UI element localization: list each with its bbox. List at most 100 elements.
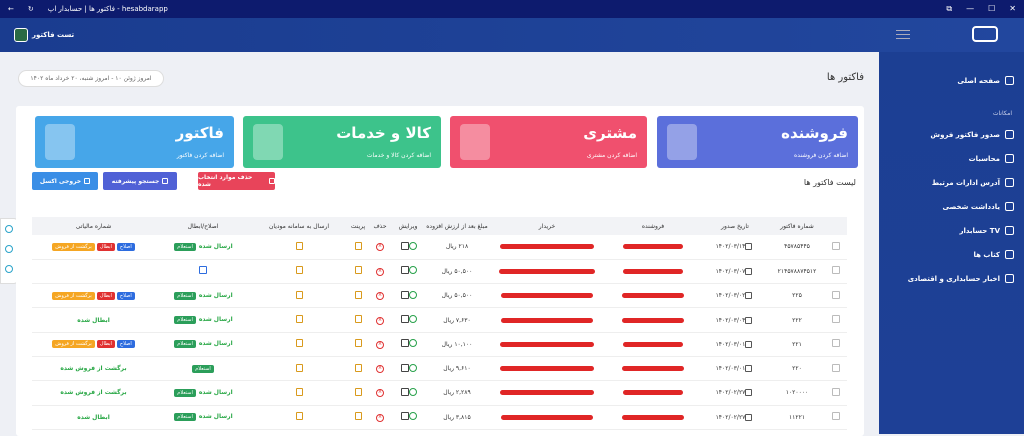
pdf-icon[interactable] <box>354 363 362 372</box>
table-row[interactable]: ۲۲۵ ۱۴۰۲/۰۳/۰۲ ۵۰,۵۰۰ ریال × ارسال شده استعل… <box>32 283 847 309</box>
pdf-icon[interactable] <box>354 290 362 299</box>
return-badge[interactable]: برگشت از فروش <box>52 340 95 349</box>
card-invoice[interactable]: فاکتور اضافه کردن فاکتور <box>35 116 234 168</box>
sidebar-item-news[interactable]: اخبار حسابداری و اقتصادی <box>908 274 1014 283</box>
view-icon[interactable] <box>401 412 409 421</box>
excel-export-button[interactable]: خروجی اکسل <box>32 172 98 190</box>
send-to-system-icon[interactable] <box>199 266 207 275</box>
correct-badge[interactable]: اصلاح <box>116 340 135 349</box>
chat-icon[interactable] <box>5 225 13 233</box>
table-row[interactable]: ۴۵۷۸۵۴۴۵ ۱۴۰۲/۰۳/۱۴ ۲۱۸ ریال × ارسال شده است… <box>32 235 847 260</box>
print-icon[interactable] <box>295 241 303 250</box>
sidebar-item-home[interactable]: صفحه اصلی <box>957 76 1014 85</box>
pdf-icon[interactable] <box>354 266 362 275</box>
edit-icon[interactable] <box>409 387 417 396</box>
edit-icon[interactable] <box>409 241 417 250</box>
pdf-icon[interactable] <box>354 339 362 348</box>
card-customer[interactable]: مشتری اضافه کردن مشتری <box>450 116 647 168</box>
maximize-icon[interactable]: ☐ <box>988 4 995 14</box>
view-icon[interactable] <box>401 339 409 348</box>
sidebar-item-calculations[interactable]: محاسبات <box>969 154 1014 163</box>
pdf-icon[interactable] <box>354 241 362 250</box>
inquiry-badge[interactable]: استعلام <box>174 291 196 300</box>
inquiry-badge[interactable]: استعلام <box>174 388 196 397</box>
edit-icon[interactable] <box>409 412 417 421</box>
print-icon[interactable] <box>295 315 303 324</box>
edit-icon[interactable] <box>409 363 417 372</box>
inquiry-badge[interactable]: استعلام <box>192 364 214 373</box>
print-icon[interactable] <box>295 363 303 372</box>
return-badge[interactable]: برگشت از فروش <box>52 242 95 251</box>
print-icon[interactable] <box>295 290 303 299</box>
amount-cell: ۹,۶۱۰ ریال <box>425 356 489 382</box>
advanced-search-button[interactable]: جستجو پیشرفته <box>103 172 177 190</box>
delete-icon[interactable]: × <box>376 267 384 276</box>
row-checkbox[interactable] <box>832 412 840 421</box>
sidebar-item-tv[interactable]: حسابدار TV <box>959 226 1014 235</box>
sidebar-item-notes[interactable]: یادداشت شخصی <box>943 202 1014 211</box>
close-icon[interactable]: ✕ <box>1009 4 1016 14</box>
row-checkbox[interactable] <box>832 387 840 396</box>
delete-icon[interactable]: × <box>376 316 384 325</box>
delete-icon[interactable]: × <box>376 413 384 422</box>
minimize-icon[interactable]: — <box>966 4 974 14</box>
row-checkbox[interactable] <box>832 363 840 372</box>
cancel-badge[interactable]: ابطال <box>96 340 115 349</box>
table-row[interactable]: ۱۱۲۲۱ ۱۴۰۲/۰۲/۲۷ ۳,۸۱۵ ریال × ارسال شده استع… <box>32 405 847 430</box>
card-goods[interactable]: کالا و خدمات اضافه کردن کالا و خدمات <box>243 116 441 168</box>
row-checkbox[interactable] <box>832 241 840 250</box>
table-row[interactable]: ۲۱۴۵۷۸۸۷۴۵۱۲۱۴۰۲/۰۳/۰۷۵۰,۵۰۰ ریال×ارسال … <box>32 259 847 285</box>
back-arrow-icon[interactable]: ← <box>8 5 14 13</box>
print-icon[interactable] <box>295 387 303 396</box>
edit-icon[interactable] <box>409 266 417 275</box>
pdf-icon[interactable] <box>354 315 362 324</box>
sidebar-item-addresses[interactable]: آدرس ادارات مرتبط <box>932 178 1014 187</box>
correct-badge[interactable]: اصلاح <box>116 242 135 251</box>
return-badge[interactable]: برگشت از فروش <box>52 291 95 300</box>
inquiry-badge[interactable]: استعلام <box>174 316 196 325</box>
card-seller[interactable]: فروشنده اضافه کردن فروشنده <box>657 116 858 168</box>
cancel-badge[interactable]: ابطال <box>96 242 115 251</box>
extension-icon[interactable]: ⧉ <box>946 4 952 14</box>
delete-icon[interactable]: × <box>376 340 384 349</box>
edit-icon[interactable] <box>409 315 417 324</box>
row-checkbox[interactable] <box>832 315 840 324</box>
view-icon[interactable] <box>401 266 409 275</box>
view-icon[interactable] <box>401 363 409 372</box>
edit-icon[interactable] <box>409 339 417 348</box>
delete-icon[interactable]: × <box>376 389 384 398</box>
row-checkbox[interactable] <box>832 339 840 348</box>
delete-selected-button[interactable]: حذف موارد انتخاب شده <box>198 172 275 190</box>
sidebar-item-invoice[interactable]: صدور فاکتور فروش <box>930 130 1014 139</box>
view-icon[interactable] <box>401 290 409 299</box>
row-checkbox[interactable] <box>832 266 840 275</box>
hamburger-menu-icon[interactable] <box>896 30 910 39</box>
table-row[interactable]: ۱۰۲۰۰۰۰ ۱۴۰۲/۰۲/۲۷ ۲,۲۸۹ ریال × ارسال شده اس… <box>32 380 847 406</box>
print-icon[interactable] <box>295 412 303 421</box>
pdf-icon[interactable] <box>354 412 362 421</box>
logout-icon[interactable] <box>5 265 13 273</box>
table-row[interactable]: ۲۲۱ ۱۴۰۲/۰۳/۰۱ ۱۰,۱۰۰ ریال × ارسال شده استعل… <box>32 332 847 357</box>
view-icon[interactable] <box>401 387 409 396</box>
view-icon[interactable] <box>401 241 409 250</box>
brand[interactable]: تست فاکتور <box>14 28 74 42</box>
delete-icon[interactable]: × <box>376 365 384 374</box>
view-icon[interactable] <box>401 315 409 324</box>
delete-icon[interactable]: × <box>376 243 384 252</box>
settings-icon[interactable] <box>5 245 13 253</box>
table-row[interactable]: ۲۲۲ ۱۴۰۲/۰۳/۰۴ ۷,۶۳۰ ریال × ارسال شده استعلا… <box>32 307 847 333</box>
cancel-badge[interactable]: ابطال <box>96 291 115 300</box>
table-row[interactable]: ۲۲۰ ۱۴۰۲/۰۳/۰۱ ۹,۶۱۰ ریال × استعلام برگشت از … <box>32 356 847 382</box>
inquiry-badge[interactable]: استعلام <box>174 413 196 422</box>
row-checkbox[interactable] <box>832 290 840 299</box>
delete-icon[interactable]: × <box>376 292 384 301</box>
correct-badge[interactable]: اصلاح <box>116 291 135 300</box>
print-icon[interactable] <box>295 266 303 275</box>
inquiry-badge[interactable]: استعلام <box>174 242 196 251</box>
refresh-icon[interactable]: ↻ <box>28 5 34 13</box>
sidebar-item-books[interactable]: کتاب ها <box>973 250 1014 259</box>
edit-icon[interactable] <box>409 290 417 299</box>
print-icon[interactable] <box>295 339 303 348</box>
inquiry-badge[interactable]: استعلام <box>174 340 196 349</box>
pdf-icon[interactable] <box>354 387 362 396</box>
